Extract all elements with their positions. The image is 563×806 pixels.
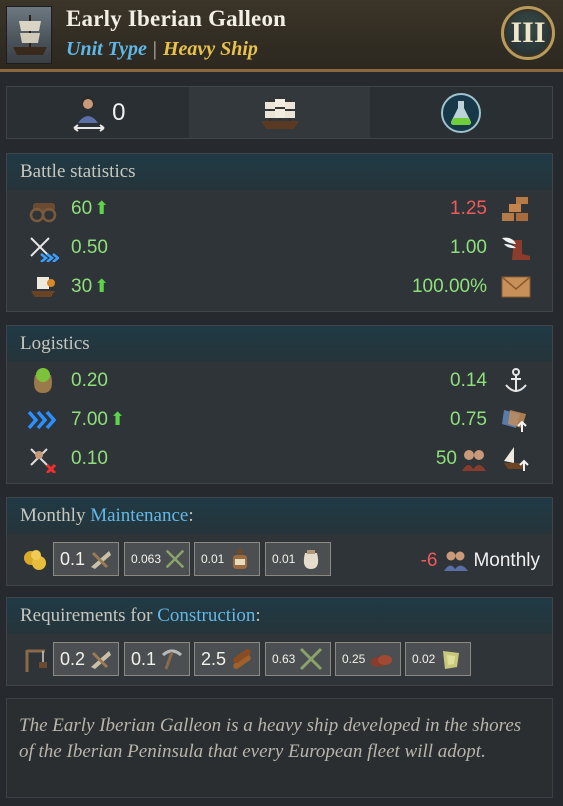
ship-cell[interactable] [188, 87, 371, 138]
crossed-swords-icon[interactable] [27, 234, 59, 262]
maintenance-chip[interactable]: 0.01 [194, 542, 260, 576]
cannon-icon[interactable] [27, 195, 59, 223]
potion-flask-icon [441, 92, 482, 133]
speed-value: 7.00 [71, 409, 108, 430]
crossed-muskets-icon [165, 549, 185, 569]
unit-title: Early Iberian Galleon [66, 6, 287, 31]
flour-sack-icon [304, 550, 319, 569]
construction-chip[interactable]: 0.25 [335, 642, 401, 676]
population-icon [444, 551, 469, 571]
unit-type-line: Unit Type | Heavy Ship [66, 38, 258, 60]
construction-chip[interactable]: 0.02 [405, 642, 471, 676]
winged-boot-icon[interactable] [500, 234, 532, 262]
anchor-icon[interactable] [500, 367, 532, 395]
crew-count: 0 [112, 98, 126, 126]
speed-bonus-value: 1.00 [450, 237, 487, 258]
maintenance-panel: Monthly Maintenance: 0.1 0.063 0.01 0.01… [6, 497, 553, 586]
anchor-value: 0.14 [450, 370, 487, 391]
supply-sack-icon[interactable] [27, 367, 59, 395]
maintenance-row: 0.1 0.063 0.01 0.01 -6 Monthly [7, 534, 552, 586]
battle-row: 0.50 1.00 [7, 229, 552, 268]
gold-coins-icon [24, 550, 46, 570]
maintenance-chip[interactable]: 0.1 [53, 542, 119, 576]
hammer-saw-icon [91, 651, 112, 669]
battle-statistics-title: Battle statistics [7, 154, 552, 190]
attrition-value: 0.10 [71, 448, 108, 469]
construction-chip[interactable]: 0.63 [265, 642, 331, 676]
speed-chevrons-icon[interactable] [27, 406, 59, 434]
battle-row: 60 ⬆ 1.25 [7, 190, 552, 229]
sail-value: 0.75 [450, 409, 487, 430]
crew-capacity-value: 50 [435, 448, 457, 469]
morale-value: 100.00% [411, 276, 487, 297]
melee-value: 0.50 [71, 237, 108, 258]
planks-icon[interactable] [500, 195, 532, 223]
unit-type-value: Heavy Ship [162, 38, 258, 60]
maintenance-title: Monthly Maintenance: [7, 498, 552, 534]
crane-icon [25, 649, 47, 672]
boarding-value: 30 [71, 276, 93, 297]
unit-summary-bar: 0 [6, 86, 553, 139]
construction-chip[interactable]: 0.1 [124, 642, 190, 676]
construction-title: Requirements for Construction: [7, 598, 552, 634]
population-upkeep-label: Monthly [473, 550, 540, 571]
increase-arrow-icon: ⬆ [94, 276, 110, 296]
logistics-row: 7.00 ⬆ 0.75 [7, 401, 552, 440]
unit-description: The Early Iberian Galleon is a heavy shi… [6, 698, 553, 798]
battle-statistics-panel: Battle statistics 60 ⬆ 1.25 0.50 1.00 30… [6, 153, 553, 312]
envelope-icon[interactable] [500, 273, 532, 301]
increase-arrow-icon: ⬆ [109, 409, 126, 429]
potion-cell[interactable] [370, 87, 553, 138]
construction-row: 0.2 0.1 2.5 0.63 0.25 0.02 [7, 634, 552, 686]
bottle-icon [233, 549, 248, 569]
cloth-icon [443, 651, 460, 669]
unit-header: Early Iberian Galleon Unit Type | Heavy Sh… [0, 0, 563, 72]
hull-value: 1.25 [450, 198, 487, 219]
battle-row: 30 ⬆ 100.00% [7, 268, 552, 307]
logistics-row: 0.20 0.14 [7, 362, 552, 401]
population-upkeep: -6 Monthly [421, 549, 540, 573]
crew-cell[interactable]: 0 [7, 87, 189, 138]
ship-icon [260, 95, 299, 129]
maintenance-chip[interactable]: 0.063 [124, 542, 190, 576]
pickaxe-icon [162, 649, 183, 670]
population-upkeep-value: -6 [420, 550, 438, 571]
construction-chip[interactable]: 2.5 [194, 642, 260, 676]
leather-icon [371, 655, 393, 667]
crew-transfer-icon [73, 95, 105, 132]
crossed-muskets-icon [300, 647, 323, 671]
ship-upgrade-icon[interactable] [500, 445, 532, 473]
hammer-saw-icon [91, 551, 112, 569]
supply-value: 0.20 [71, 370, 108, 391]
logistics-title: Logistics [7, 326, 552, 362]
crew-icon [462, 450, 486, 471]
construction-panel: Requirements for Construction: 0.2 0.1 2… [6, 597, 553, 686]
attrition-icon[interactable] [27, 445, 59, 473]
boarding-ship-icon[interactable] [27, 273, 59, 301]
tier-badge: III [501, 6, 555, 60]
sail-upgrade-icon[interactable] [500, 406, 532, 434]
galleon-portrait [6, 6, 52, 64]
unit-type-label[interactable]: Unit Type [66, 38, 147, 60]
maintenance-chip[interactable]: 0.01 [265, 542, 331, 576]
timber-icon [233, 648, 251, 670]
logistics-panel: Logistics 0.20 0.14 7.00 ⬆ 0.75 0.10 50 [6, 325, 553, 484]
construction-chip[interactable]: 0.2 [53, 642, 119, 676]
logistics-row: 0.10 50 [7, 440, 552, 479]
cannon-value: 60 [71, 198, 93, 219]
increase-arrow-icon: ⬆ [94, 198, 110, 218]
